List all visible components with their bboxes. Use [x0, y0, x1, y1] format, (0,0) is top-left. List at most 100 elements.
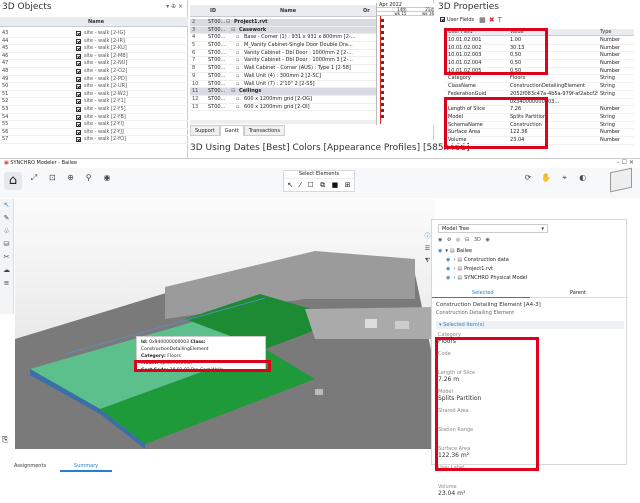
filter-icon[interactable]: ▦ — [479, 16, 486, 24]
task-icon[interactable]: ▫ — [236, 81, 239, 89]
visibility-checkbox[interactable] — [76, 68, 81, 74]
select-crossing-icon[interactable]: ⧉ — [320, 179, 325, 191]
gantt-row[interactable]: 13 ST00... ▫ 600 x 1200mm grid [2-OI] — [190, 103, 376, 112]
section-tool-icon[interactable]: ✂ — [0, 251, 13, 264]
object-row[interactable]: 51 site - walk [2-W2] — [0, 91, 188, 99]
gantt-row[interactable]: 8 ST00... ▫ Wall Cabinet - Corner (AUS) : T… — [190, 65, 376, 73]
object-row[interactable]: 55 site - walk [2-YI] — [0, 121, 188, 129]
window-controls[interactable]: – ☐ ✕ — [617, 159, 634, 167]
eye-icon[interactable]: ◉ — [446, 266, 450, 272]
extra-column-header[interactable]: Or — [363, 5, 370, 17]
3d-view-label[interactable]: 3D — [474, 237, 481, 243]
name-column-header[interactable]: Name — [280, 5, 296, 17]
visibility-checkbox[interactable] — [76, 31, 81, 36]
3d-viewport[interactable] — [15, 199, 435, 449]
collapse-icon[interactable]: ⊟ — [226, 19, 230, 27]
tab-gantt[interactable]: Gantt — [219, 125, 244, 136]
object-row[interactable]: 52 site - walk [2-Y1] — [0, 98, 188, 106]
visibility-checkbox[interactable] — [76, 61, 81, 67]
gantt-row[interactable]: 7 ST00... ▫ Vanity Cabinet - Dbl Door : 100… — [190, 57, 376, 66]
task-icon[interactable]: ▫ — [236, 104, 239, 112]
visibility-checkbox[interactable] — [76, 76, 81, 82]
task-icon[interactable]: ▫ — [236, 73, 239, 81]
type-column-header[interactable]: Type — [600, 29, 611, 36]
object-row[interactable]: 44 site - walk [2-IR] — [0, 38, 188, 46]
object-row[interactable]: 54 site - walk [2-YB] — [0, 114, 188, 122]
select-arrow-icon[interactable]: ↖ — [287, 179, 293, 191]
visibility-checkbox[interactable] — [76, 99, 81, 105]
tab-support[interactable]: Support — [190, 125, 220, 136]
gantt-row[interactable]: 2 ST00... ⊟ Project1.rvt — [190, 19, 376, 27]
gantt-row[interactable]: 10 ST00... ▫ Wall Unit (7) : 2'10" 2 [2-S5] — [190, 80, 376, 89]
task-icon[interactable]: ▫ — [236, 65, 239, 73]
property-row[interactable]: ClassName ConstructionDetailingElement Str… — [444, 83, 634, 91]
model-tree-dropdown[interactable]: Model Tree ▾ — [438, 224, 548, 233]
gantt-row[interactable]: 11 ST00... ⊟ Ceilings — [190, 88, 376, 96]
select-box-icon[interactable]: ☐ — [307, 179, 313, 191]
task-icon[interactable]: ▫ — [236, 34, 239, 42]
task-icon[interactable]: ▫ — [236, 96, 239, 104]
zoom-icon[interactable]: ⊕ — [65, 173, 75, 183]
object-row[interactable]: 49 site - walk [2-PD] — [0, 76, 188, 84]
visibility-checkbox[interactable] — [76, 53, 81, 59]
visibility-checkbox[interactable] — [76, 114, 81, 120]
eye-icon[interactable]: ◉ — [485, 237, 489, 243]
tab-transactions[interactable]: Transactions — [243, 125, 286, 136]
info-icon[interactable]: ⓘ — [423, 231, 432, 243]
view-cube[interactable] — [610, 167, 632, 193]
eye-icon[interactable]: ◉ — [446, 257, 450, 263]
collapse-icon[interactable]: ⊟ — [231, 88, 235, 96]
panel-controls[interactable]: ▾ ⊕ ⨯ — [166, 3, 183, 10]
collapse-icon[interactable]: ⊟ — [231, 27, 235, 35]
text-icon[interactable]: T — [498, 16, 502, 24]
tab-parent[interactable]: Parent — [570, 288, 586, 298]
visibility-checkbox[interactable] — [76, 38, 81, 44]
eye-icon[interactable]: ◉ — [446, 275, 450, 281]
eye-icon[interactable]: ◉ — [438, 248, 442, 254]
object-row[interactable]: 46 site - walk [2-MB] — [0, 53, 188, 61]
gantt-row[interactable]: 9 ST00... ▫ Wall Unit (4) : 300mm 2 [2-SC] — [190, 72, 376, 81]
paint-tool-icon[interactable]: ⛁ — [0, 238, 13, 251]
tab-assignments[interactable]: Assignments — [0, 460, 60, 472]
select-tool-icon[interactable]: ↖ — [0, 199, 13, 212]
select-all-icon[interactable]: ■ — [332, 179, 339, 191]
isolate-icon[interactable]: ◎ — [456, 237, 460, 243]
object-row[interactable]: 57 site - walk [2-YO] — [0, 136, 188, 144]
chevron-right-icon[interactable]: ▾ — [445, 248, 448, 254]
selected-items-section[interactable]: ▾ Selected Item(s) — [436, 321, 624, 329]
gantt-scrollbar[interactable] — [190, 120, 376, 124]
tree-item[interactable]: ◉ › ▤ Construction data — [436, 256, 616, 265]
pan-icon[interactable]: ✋ — [541, 173, 551, 183]
cloud-tool-icon[interactable]: ☁ — [0, 264, 13, 277]
visibility-checkbox[interactable] — [76, 122, 81, 128]
select-line-icon[interactable]: ⁄ — [300, 179, 301, 191]
object-row[interactable]: 50 site - walk [2-UR] — [0, 83, 188, 91]
visibility-checkbox[interactable] — [76, 84, 81, 90]
chevron-right-icon[interactable]: › — [453, 257, 455, 263]
visibility-icon[interactable]: ◉ — [102, 173, 112, 183]
gantt-row[interactable]: 4 ST00... ▫ Base - Corner (1) : 931 x 931 x… — [190, 34, 376, 43]
tree-item[interactable]: ◉ ▾ ▤ Bailee — [436, 247, 616, 256]
gantt-row[interactable]: 6 ST00... ▫ Vanity Cabinet - Dbl Door : 100… — [190, 49, 376, 58]
gantt-row[interactable]: 5 ST00... ▫ M_Vanity Cabinet-Single Door Do… — [190, 42, 376, 50]
fit-view-icon[interactable]: ⤢ — [29, 173, 39, 183]
left-tool-bottom[interactable]: ⎘ — [2, 435, 8, 445]
object-row[interactable]: 53 site - walk [2-Y5] — [0, 106, 188, 114]
delete-icon[interactable]: ✖ — [489, 16, 495, 24]
property-row[interactable]: Category Floors String — [444, 75, 634, 84]
visibility-checkbox[interactable] — [76, 91, 81, 97]
search-icon[interactable]: ⚲ — [84, 173, 94, 183]
rotate-icon[interactable]: ⟳ — [523, 173, 533, 183]
layers-tool-icon[interactable]: ≡ — [0, 277, 13, 290]
brush-tool-icon[interactable]: ♧ — [0, 225, 13, 238]
name-column-header[interactable]: Name — [88, 17, 104, 27]
visibility-checkbox[interactable] — [76, 106, 81, 112]
object-row[interactable]: 48 site - walk [2-O2] — [0, 68, 188, 76]
tree-icon[interactable]: ☰ — [423, 243, 432, 255]
tree-item[interactable]: ◉ › ▤ Project1.rvt — [436, 265, 616, 274]
visibility-icon[interactable]: ◉ — [438, 237, 442, 243]
object-row[interactable]: 47 site - walk [2-NU] — [0, 60, 188, 68]
walk-icon[interactable]: ⌖ — [559, 173, 569, 183]
visibility-checkbox[interactable] — [76, 129, 81, 135]
settings-icon[interactable]: ⚙ — [447, 237, 451, 243]
